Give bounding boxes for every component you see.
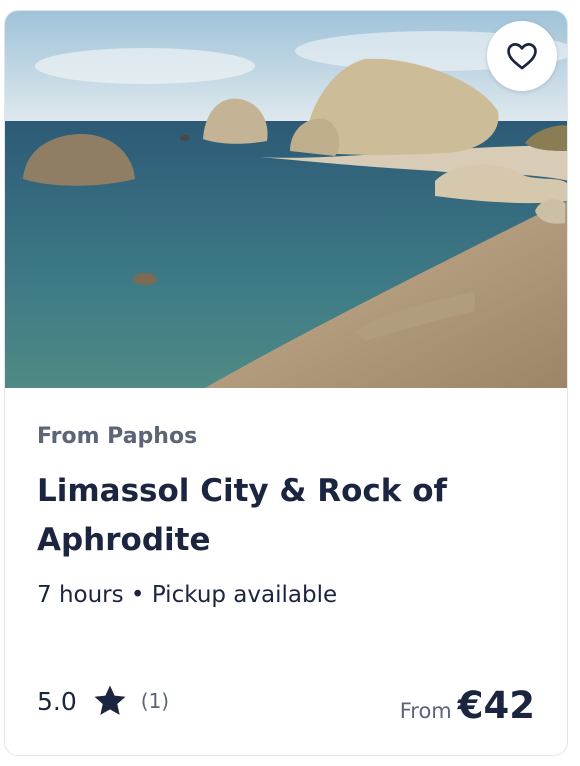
tour-photo[interactable] [5,11,567,388]
price-amount: €42 [457,684,535,727]
pickup-text: Pickup available [151,582,338,608]
tour-title[interactable]: Limassol City & Rock of Aphrodite [37,467,467,565]
tour-meta: 7 hours • Pickup available [37,582,337,608]
rating-score: 5.0 [37,686,77,716]
duration-text: 7 hours [37,582,124,608]
tour-card[interactable]: From Paphos Limassol City & Rock of Aphr… [4,10,568,756]
price-from-label: From [399,699,452,723]
price: From €42 [400,684,535,727]
review-count: (1) [140,689,170,713]
star-icon [94,685,126,715]
meta-separator: • [130,582,145,608]
origin-label: From Paphos [37,424,198,449]
rating: 5.0 (1) [37,682,169,720]
heart-icon [507,43,537,70]
favorite-button[interactable] [487,21,557,91]
card-body: From Paphos Limassol City & Rock of Aphr… [37,388,535,755]
